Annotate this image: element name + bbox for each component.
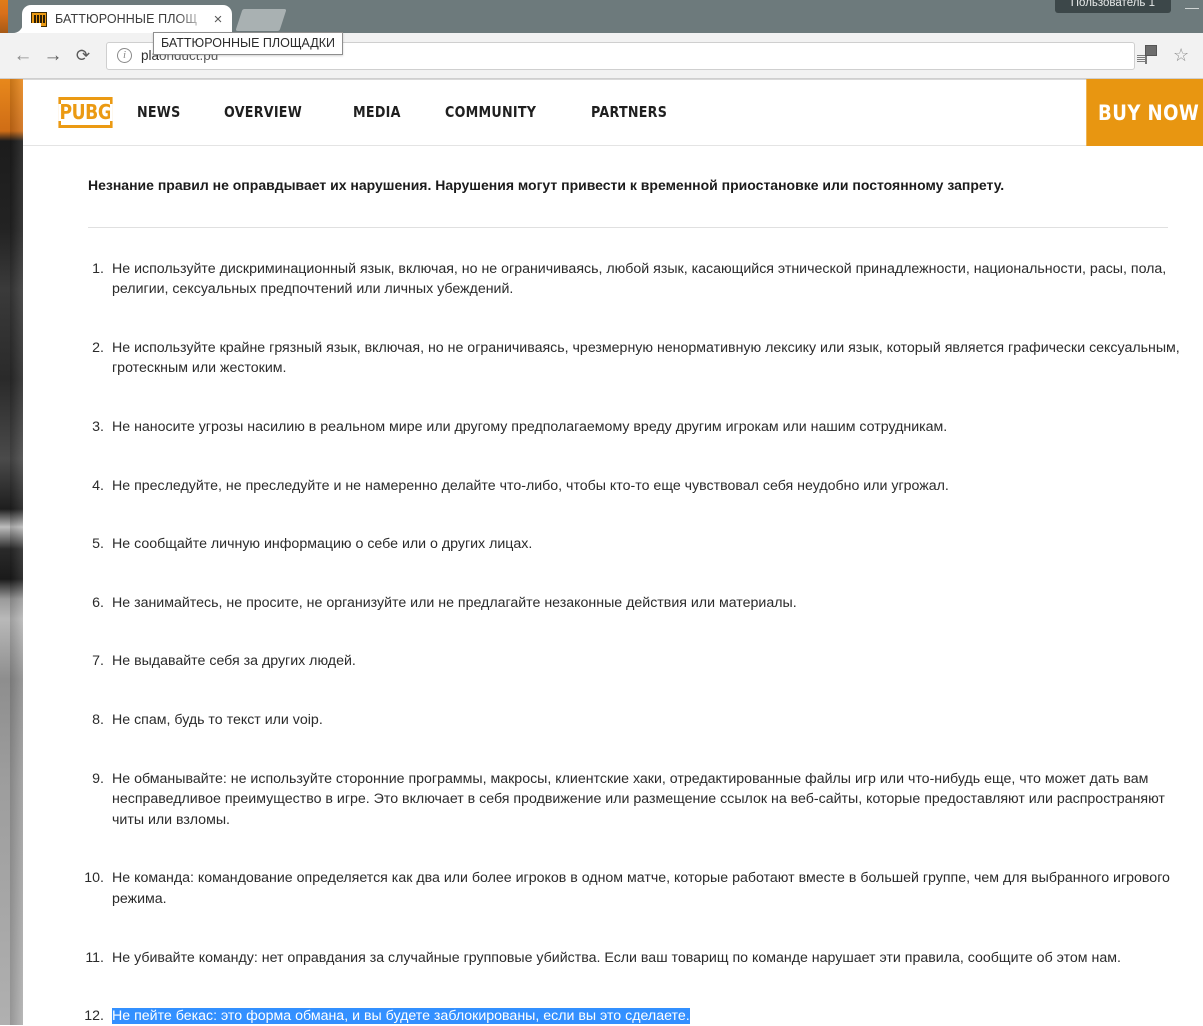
minimize-icon[interactable] (1185, 8, 1199, 9)
nav-item-news[interactable]: NEWS (137, 103, 180, 121)
rule-item: Не сообщайте личную информацию о себе ил… (23, 534, 1203, 555)
rule-item: Не занимайтесь, не просите, не организуй… (23, 593, 1203, 614)
pubg-favicon (31, 11, 47, 27)
rule-text: Не пейте бекас: это форма обмана, и вы б… (112, 1008, 690, 1025)
forward-icon[interactable]: → (38, 41, 68, 71)
rule-item: Не выдавайте себя за других людей. (23, 651, 1203, 672)
bookmark-star-icon[interactable]: ☆ (1173, 46, 1193, 66)
rule-item: Не наносите угрозы насилию в реальном ми… (23, 417, 1203, 438)
section-divider (88, 226, 1168, 228)
nav-item-overview[interactable]: OVERVIEW (224, 103, 302, 121)
header-divider (23, 79, 1203, 80)
back-icon[interactable]: ← (8, 41, 38, 71)
page-viewport: PUBG NEWS OVERVIEW MEDIA COMMUNITY PARTN… (0, 79, 1203, 1025)
rule-item: Не используйте дискриминационный язык, в… (23, 259, 1203, 300)
rule-item: Не используйте крайне грязный язык, вклю… (23, 338, 1203, 379)
site-info-icon[interactable]: i (117, 48, 132, 63)
site-header: PUBG NEWS OVERVIEW MEDIA COMMUNITY PARTN… (23, 79, 1203, 146)
pubg-logo[interactable]: PUBG (58, 96, 113, 128)
rule-text: Не убивайте команду: нет оправдания за с… (112, 949, 1121, 966)
browser-tab-active[interactable]: БАТТЮРОННЫЕ ПЛОЩ × (22, 5, 232, 33)
rules-article: Незнание правил не оправдывает их наруше… (23, 176, 1203, 1025)
rule-text: Не используйте дискриминационный язык, в… (112, 260, 1167, 298)
lead-paragraph: Незнание правил не оправдывает их наруше… (88, 177, 1005, 193)
nav-item-partners[interactable]: PARTNERS (591, 103, 667, 121)
profile-button[interactable]: Пользователь 1 (1054, 0, 1171, 13)
window-edge-decoration (0, 0, 8, 33)
browser-toolbar: ← → ⟳ i plaonduct.pu БАТТЮРОННЫЕ ПЛОЩАДК… (0, 31, 1203, 79)
rule-item: Не спам, будь то текст или voip. (23, 710, 1203, 731)
rule-item: Не обманывайте: не используйте сторонние… (23, 769, 1203, 831)
rule-text: Не команда: командование определяется ка… (112, 870, 1170, 907)
close-icon[interactable]: × (210, 11, 226, 27)
site-background-strip (0, 79, 23, 1025)
rule-text: Не выдавайте себя за других людей. (112, 653, 356, 670)
rule-text: Не обманывайте: не используйте сторонние… (112, 770, 1165, 828)
tab-title: БАТТЮРОННЫЕ ПЛОЩ (55, 12, 198, 26)
browser-window: БАТТЮРОННЫЕ ПЛОЩ × Пользователь 1 ← → ⟳ … (0, 0, 1203, 1026)
buy-now-button[interactable]: BUY NOW (1086, 79, 1203, 146)
translate-icon[interactable] (1145, 44, 1165, 66)
main-nav: NEWS OVERVIEW MEDIA COMMUNITY PARTNERS (137, 103, 683, 121)
rule-text: Не преследуйте, не преследуйте и не наме… (112, 477, 949, 494)
tab-tooltip: БАТТЮРОННЫЕ ПЛОЩАДКИ (153, 31, 344, 55)
rule-item: Не пейте бекас: это форма обмана, и вы б… (23, 1006, 1203, 1025)
address-bar[interactable]: i plaonduct.pu БАТТЮРОННЫЕ ПЛОЩАДКИ (106, 31, 1135, 70)
rule-text: Не занимайтесь, не просите, не организуй… (112, 594, 797, 611)
rule-item: Не преследуйте, не преследуйте и не наме… (23, 476, 1203, 497)
rule-text: Не используйте крайне грязный язык, вклю… (112, 339, 1180, 377)
rule-item: Не команда: командование определяется ка… (23, 868, 1203, 909)
nav-item-community[interactable]: COMMUNITY (445, 103, 536, 121)
toolbar-actions: ☆ (1145, 44, 1193, 66)
rule-text: Не наносите угрозы насилию в реальном ми… (112, 418, 948, 435)
rule-text: Не спам, будь то текст или voip. (112, 711, 323, 728)
rules-list: Не используйте дискриминационный язык, в… (23, 259, 1203, 1025)
rule-item: Не убивайте команду: нет оправдания за с… (23, 948, 1203, 969)
rule-text: Не сообщайте личную информацию о себе ил… (112, 536, 533, 553)
nav-item-media[interactable]: MEDIA (353, 103, 401, 121)
new-tab-button[interactable] (235, 9, 287, 31)
reload-icon[interactable]: ⟳ (68, 41, 98, 71)
tab-strip: БАТТЮРОННЫЕ ПЛОЩ × Пользователь 1 (0, 0, 1203, 33)
